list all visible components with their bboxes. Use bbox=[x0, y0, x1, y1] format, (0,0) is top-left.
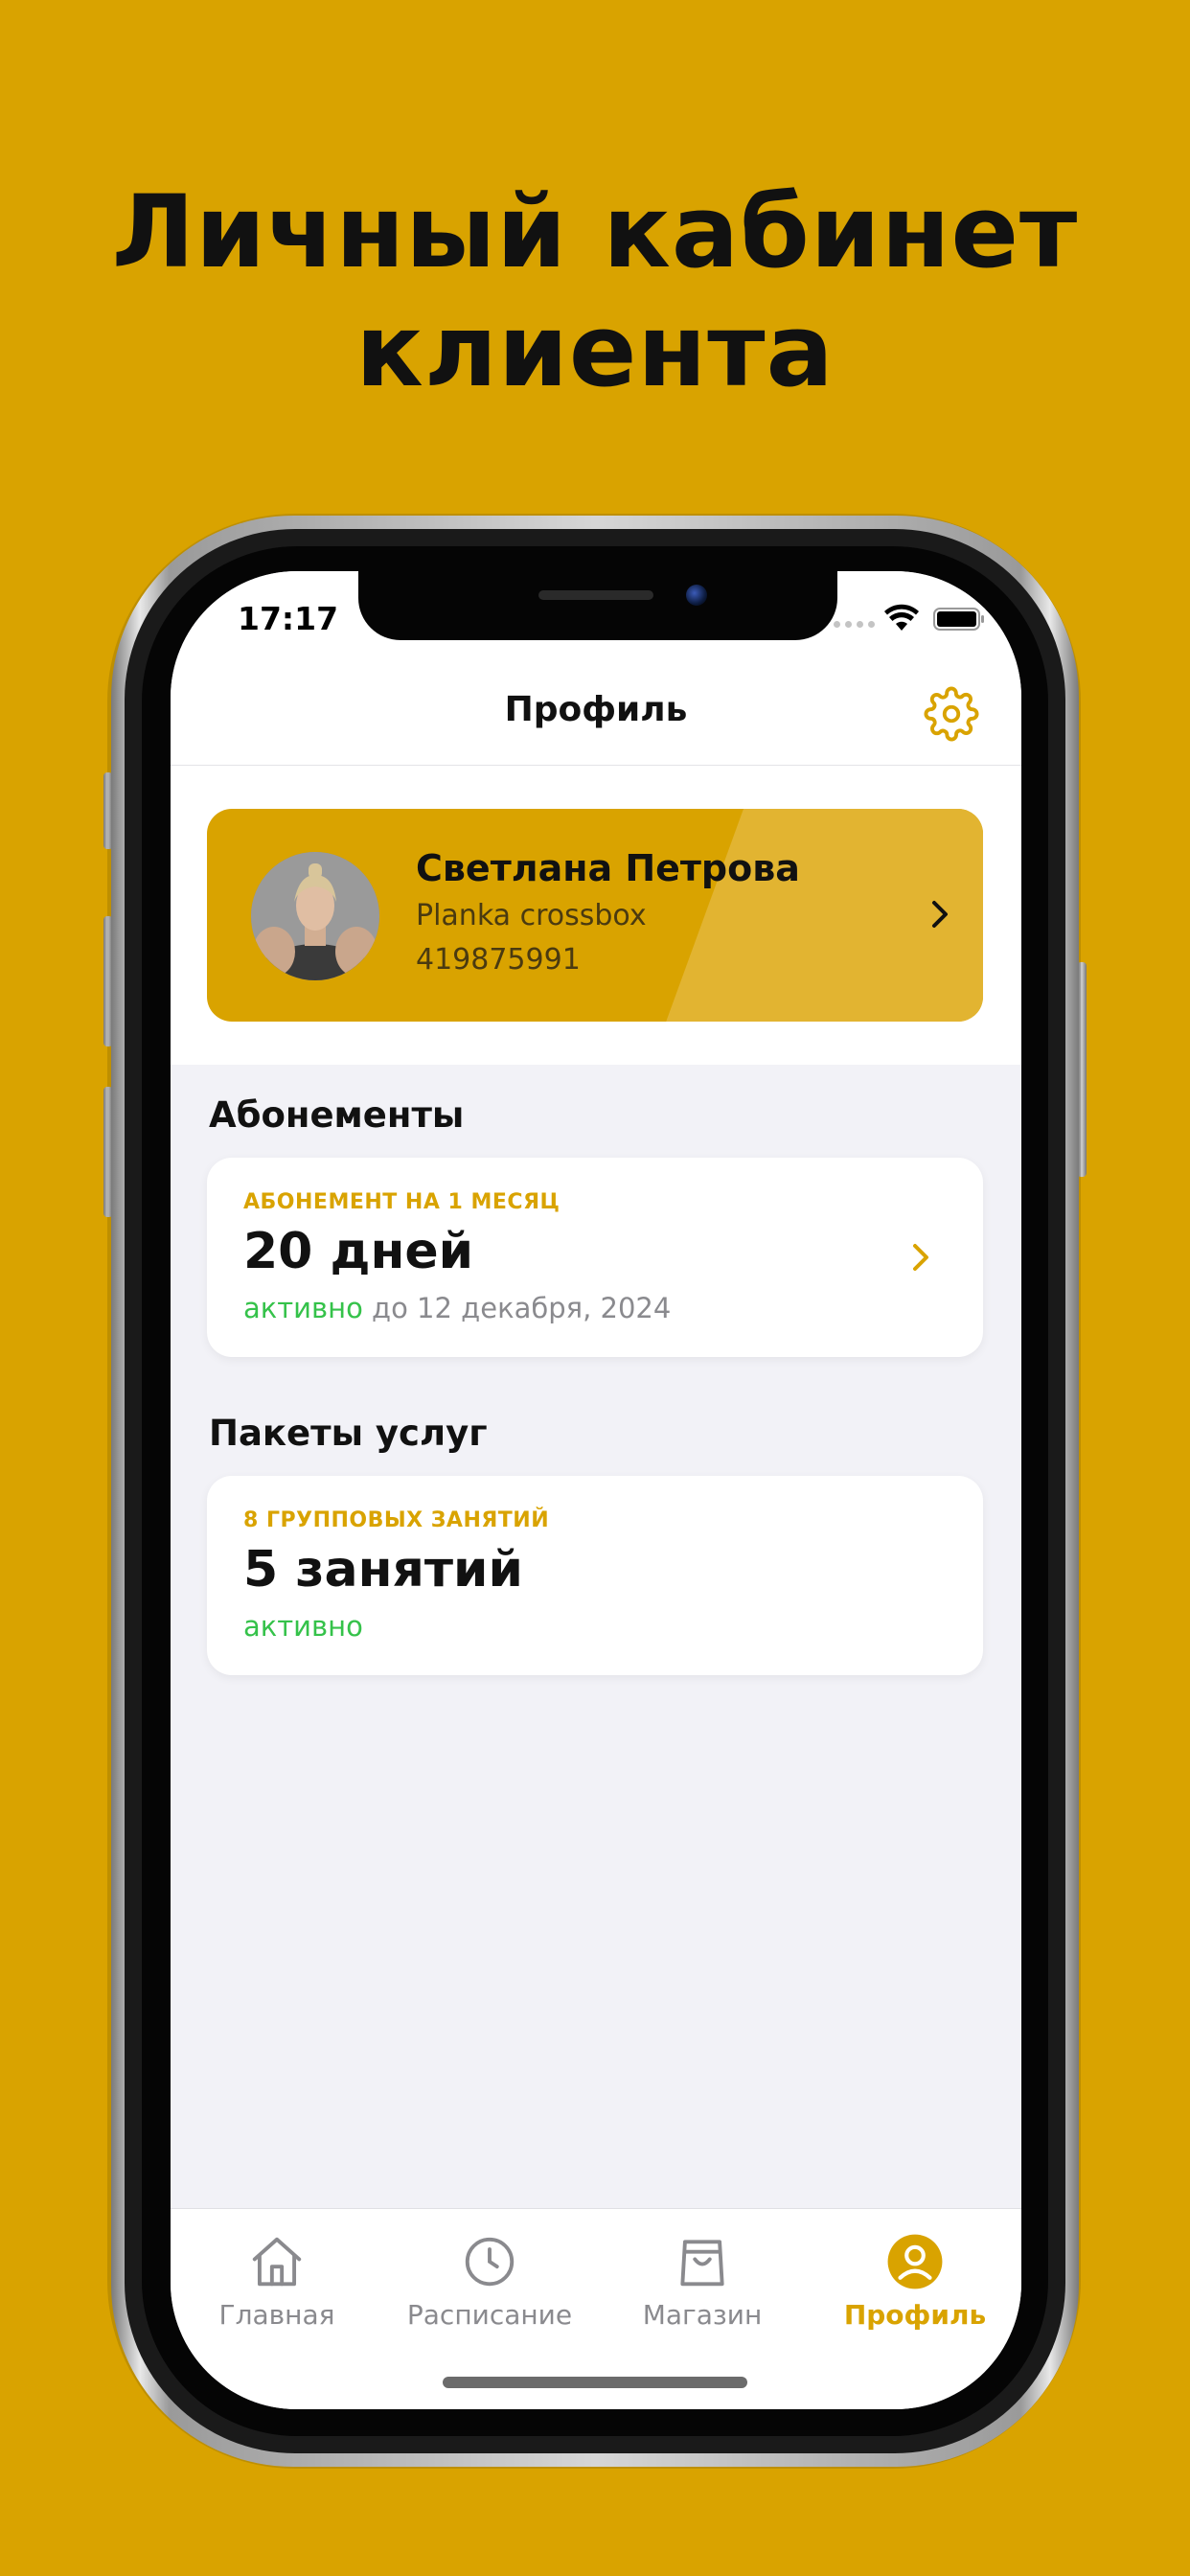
earpiece-speaker bbox=[538, 590, 653, 600]
subscription-type: АБОНЕМЕНТ НА 1 МЕСЯЦ bbox=[243, 1190, 561, 1214]
profile-card[interactable]: Светлана Петрова Planka crossbox 4198759… bbox=[207, 809, 983, 1022]
profile-id: 419875991 bbox=[416, 943, 581, 977]
headline-line-1: Личный кабинет bbox=[111, 173, 1079, 290]
status-time: 17:17 bbox=[238, 600, 339, 637]
avatar bbox=[251, 852, 379, 980]
home-indicator bbox=[443, 2377, 747, 2388]
profile-section: Светлана Петрова Planka crossbox 4198759… bbox=[171, 766, 1021, 1065]
package-status-line: активно bbox=[243, 1610, 363, 1643]
profile-icon bbox=[887, 2234, 943, 2289]
packages-section-title: Пакеты услуг bbox=[209, 1413, 488, 1454]
home-icon bbox=[252, 2237, 302, 2287]
package-type: 8 ГРУППОВЫХ ЗАНЯТИЙ bbox=[243, 1508, 550, 1532]
tab-home-label: Главная bbox=[218, 2299, 335, 2331]
package-card[interactable]: 8 ГРУППОВЫХ ЗАНЯТИЙ 5 занятий активно bbox=[207, 1476, 983, 1675]
wifi-icon bbox=[884, 604, 919, 631]
tab-schedule[interactable]: Расписание bbox=[389, 2232, 590, 2337]
tab-home[interactable]: Главная bbox=[176, 2232, 378, 2337]
clock-icon bbox=[465, 2237, 515, 2287]
tab-shop-label: Магазин bbox=[642, 2299, 763, 2331]
gear-icon[interactable] bbox=[924, 686, 979, 742]
front-camera bbox=[686, 585, 707, 606]
subscription-card[interactable]: АБОНЕМЕНТ НА 1 МЕСЯЦ 20 дней активно до … bbox=[207, 1158, 983, 1357]
subscription-remaining: 20 дней bbox=[243, 1223, 474, 1280]
package-status: активно bbox=[243, 1610, 363, 1643]
package-remaining: 5 занятий bbox=[243, 1541, 523, 1598]
battery-icon bbox=[933, 608, 984, 631]
tab-profile[interactable]: Профиль bbox=[814, 2232, 1016, 2337]
chevron-right-icon bbox=[932, 901, 948, 928]
shopping-bag-icon bbox=[680, 2240, 724, 2287]
cellular-signal-icon bbox=[834, 621, 875, 628]
tab-profile-label: Профиль bbox=[843, 2299, 987, 2331]
headline-line-2: клиента bbox=[355, 292, 835, 409]
profile-club: Planka crossbox bbox=[416, 899, 647, 932]
phone-screen: 17:17 Профиль Светлана Петрова Planka cr… bbox=[171, 571, 1021, 2409]
navigation-bar: Профиль bbox=[171, 663, 1021, 766]
page-title: Профиль bbox=[504, 690, 688, 729]
subscription-status-line: активно до 12 декабря, 2024 bbox=[243, 1292, 671, 1324]
tab-shop[interactable]: Магазин bbox=[602, 2232, 803, 2337]
chevron-right-icon[interactable] bbox=[906, 1238, 935, 1276]
subscription-expiry: до 12 декабря, 2024 bbox=[372, 1292, 672, 1324]
promo-headline: Личный кабинет клиента bbox=[0, 172, 1190, 410]
tab-schedule-label: Расписание bbox=[406, 2299, 573, 2331]
profile-name: Светлана Петрова bbox=[416, 847, 800, 889]
subscription-status: активно bbox=[243, 1292, 363, 1324]
subscriptions-section-title: Абонементы bbox=[209, 1094, 465, 1136]
phone-notch bbox=[358, 571, 837, 640]
